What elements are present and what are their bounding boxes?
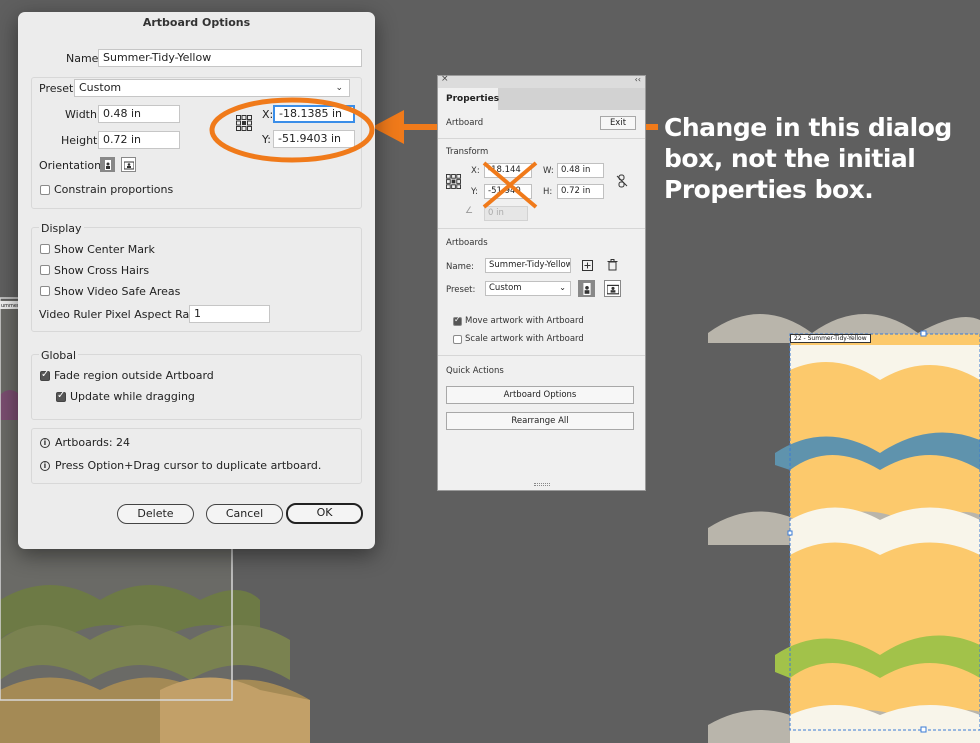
annotation-text: Change in this dialog box, not the initi… xyxy=(664,113,952,204)
chevron-down-icon: ⌄ xyxy=(559,283,566,292)
scale-artwork-label: Scale artwork with Artboard xyxy=(465,334,584,344)
portrait-icon xyxy=(583,283,591,295)
video-safe-checkbox[interactable] xyxy=(40,286,50,296)
artboards-heading: Artboards xyxy=(446,238,488,248)
panel-name-field[interactable]: Summer-Tidy-Yellow xyxy=(485,258,571,273)
fade-region-checkbox[interactable] xyxy=(40,369,50,381)
panel-titlebar[interactable]: × ‹‹ xyxy=(438,74,645,88)
panel-y-label: Y: xyxy=(471,187,478,197)
artboard-options-button[interactable]: Artboard Options xyxy=(446,386,634,404)
width-field[interactable]: 0.48 in xyxy=(98,105,180,123)
cross-out-icon xyxy=(482,161,538,209)
fade-region-label: Fade region outside Artboard xyxy=(54,369,214,382)
artboard-row-label: Artboard xyxy=(446,118,484,128)
center-mark-checkbox[interactable] xyxy=(40,244,50,254)
cancel-button[interactable]: Cancel xyxy=(206,504,283,524)
panel-preset-label: Preset: xyxy=(446,285,476,295)
ruler-ratio-field[interactable]: 1 xyxy=(189,305,270,323)
ok-button[interactable]: OK xyxy=(286,503,363,524)
constrain-label: Constrain proportions xyxy=(54,183,174,196)
artboard-options-dialog[interactable]: Artboard Options Name: Summer-Tidy-Yello… xyxy=(18,12,375,549)
global-group xyxy=(31,354,362,420)
portrait-icon xyxy=(105,160,111,170)
display-heading: Display xyxy=(39,222,84,235)
move-artwork-label: Move artwork with Artboard xyxy=(465,316,584,326)
close-icon[interactable]: × xyxy=(441,74,449,84)
exit-button[interactable]: Exit xyxy=(600,116,636,130)
name-field[interactable]: Summer-Tidy-Yellow xyxy=(98,49,362,67)
update-dragging-label: Update while dragging xyxy=(70,390,195,403)
panel-h-label: H: xyxy=(543,187,553,197)
video-safe-label: Show Video Safe Areas xyxy=(54,285,181,298)
panel-h-field[interactable]: 0.72 in xyxy=(557,184,604,199)
duplicate-hint: Press Option+Drag cursor to duplicate ar… xyxy=(55,459,322,472)
name-label: Name: xyxy=(66,52,103,65)
center-mark-label: Show Center Mark xyxy=(54,243,155,256)
height-field[interactable]: 0.72 in xyxy=(98,131,180,149)
panel-name-label: Name: xyxy=(446,262,474,272)
selection-handle[interactable] xyxy=(920,726,927,733)
constrain-checkbox[interactable] xyxy=(40,185,50,195)
reference-point-icon[interactable] xyxy=(446,174,461,189)
landscape-icon xyxy=(607,284,619,295)
panel-tabbar: Properties xyxy=(438,88,645,110)
preset-value: Custom xyxy=(79,81,122,94)
width-label: Width: xyxy=(65,108,101,121)
trash-icon[interactable] xyxy=(607,259,618,271)
panel-preset-value: Custom xyxy=(489,283,522,293)
update-dragging-checkbox[interactable] xyxy=(56,390,66,402)
landscape-icon xyxy=(124,161,134,170)
info-icon: i xyxy=(40,438,50,448)
panel-w-field[interactable]: 0.48 in xyxy=(557,163,604,178)
delete-button[interactable]: Delete xyxy=(117,504,194,524)
cross-hairs-label: Show Cross Hairs xyxy=(54,264,150,277)
transform-heading: Transform xyxy=(446,147,489,157)
quick-actions-heading: Quick Actions xyxy=(446,366,504,376)
height-label: Height: xyxy=(61,134,102,147)
tab-properties[interactable]: Properties xyxy=(438,88,499,110)
panel-separator xyxy=(438,138,645,139)
move-artwork-checkbox[interactable] xyxy=(453,315,462,326)
angle-icon: ∠ xyxy=(465,206,474,216)
right-artboard-scales xyxy=(708,314,980,743)
scale-artwork-checkbox[interactable] xyxy=(453,335,462,344)
highlight-ellipse xyxy=(209,97,375,163)
panel-separator xyxy=(438,228,645,229)
properties-panel[interactable]: × ‹‹ Properties Artboard Exit Transform … xyxy=(437,74,646,491)
orientation-label: Orientation: xyxy=(39,159,105,172)
selection-handle[interactable] xyxy=(787,530,793,536)
portrait-button[interactable] xyxy=(100,157,115,172)
ruler-ratio-label: Video Ruler Pixel Aspect Ratio: xyxy=(39,308,208,321)
info-icon: i xyxy=(40,461,50,471)
preset-label: Preset: xyxy=(39,82,78,95)
link-icon[interactable] xyxy=(616,174,628,188)
artboard-name-tag: 22 - Summer-Tidy-Yellow xyxy=(790,334,871,343)
global-heading: Global xyxy=(39,349,79,362)
panel-landscape-button[interactable] xyxy=(604,280,621,297)
new-artboard-icon[interactable] xyxy=(582,260,593,271)
collapse-icon[interactable]: ‹‹ xyxy=(635,75,641,84)
selection-handle[interactable] xyxy=(920,330,927,337)
chevron-down-icon: ⌄ xyxy=(335,83,343,93)
panel-portrait-button[interactable] xyxy=(578,280,595,297)
panel-preset-select[interactable]: Custom ⌄ xyxy=(485,281,571,296)
panel-separator xyxy=(438,355,645,356)
cross-hairs-checkbox[interactable] xyxy=(40,265,50,275)
rearrange-all-button[interactable]: Rearrange All xyxy=(446,412,634,430)
artboards-count: Artboards: 24 xyxy=(55,436,131,449)
landscape-button[interactable] xyxy=(121,157,136,172)
panel-w-label: W: xyxy=(543,166,554,176)
dialog-title: Artboard Options xyxy=(142,16,251,29)
panel-resize-grip[interactable] xyxy=(534,483,550,486)
